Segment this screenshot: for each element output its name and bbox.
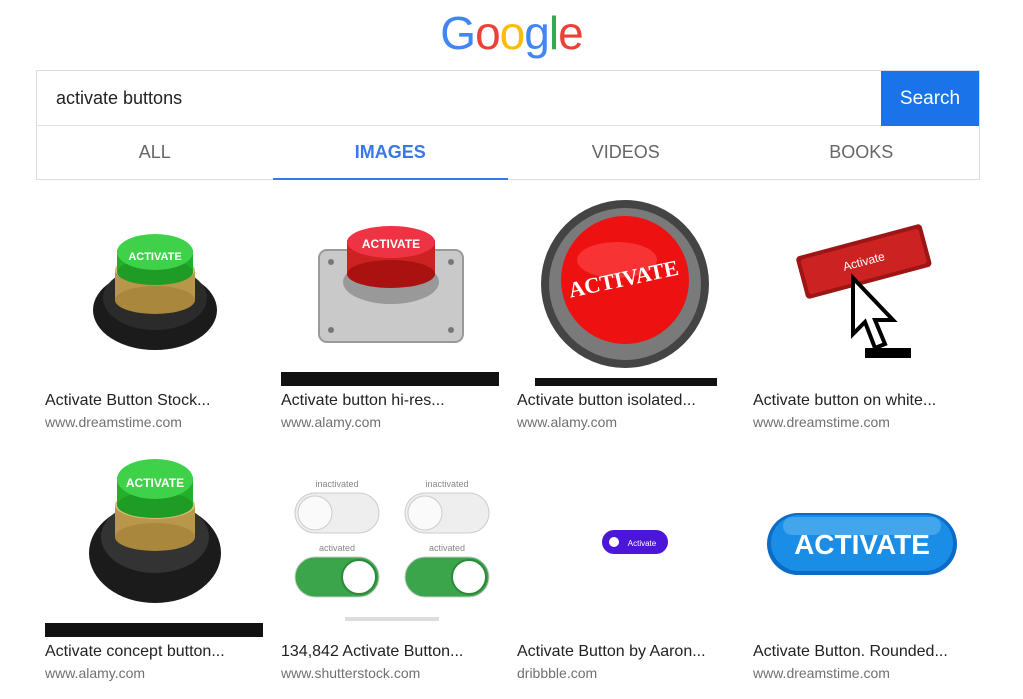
result-title[interactable]: Activate Button Stock... (45, 392, 275, 410)
red-button-on-plate-image: ACTIVATE (318, 226, 464, 343)
result-thumbnail[interactable]: ACTIVATE (45, 200, 263, 386)
search-input[interactable] (37, 71, 883, 126)
result-site: dribbble.com (517, 665, 598, 681)
result-site: www.alamy.com (517, 414, 618, 430)
toggle-caption: activated (429, 543, 465, 553)
search-panel: Search ALL IMAGES VIDEOS BOOKS (36, 70, 980, 180)
result-thumbnail[interactable]: Activate (753, 200, 971, 386)
tab-books[interactable]: BOOKS (744, 126, 980, 180)
tab-all[interactable]: ALL (37, 126, 273, 180)
result-thumbnail[interactable]: ACTIVATE (45, 451, 263, 637)
result-type-tabs: ALL IMAGES VIDEOS BOOKS (37, 126, 979, 180)
stock-watermark-bar (535, 378, 717, 386)
result-site: www.alamy.com (281, 414, 382, 430)
logo-letter: G (440, 7, 476, 59)
image-label: ACTIVATE (794, 529, 930, 560)
result-title[interactable]: Activate button on white... (753, 392, 983, 410)
result-title[interactable]: Activate Button by Aaron... (517, 643, 747, 661)
result-thumbnail[interactable]: ACTIVATE (281, 200, 499, 386)
result-thumbnail[interactable]: ACTIVATE (753, 451, 971, 637)
result-title[interactable]: Activate concept button... (45, 643, 275, 661)
logo-letter: o (475, 7, 501, 59)
blue-rounded-button-image: ACTIVATE (767, 513, 957, 575)
toggle-caption: inactivated (315, 479, 358, 489)
result-title[interactable]: 134,842 Activate Button... (281, 643, 511, 661)
green-push-button-image: ACTIVATE (89, 459, 221, 603)
result-thumbnail[interactable]: ACTIVATE (517, 200, 735, 386)
result-thumbnail[interactable]: inactivated inactivated activated activa… (281, 451, 499, 637)
search-button[interactable]: Search (881, 71, 979, 126)
image-label: ACTIVATE (128, 251, 181, 263)
logo-letter: o (499, 7, 526, 59)
cursor-clicking-button-image: Activate (796, 224, 932, 358)
result-title[interactable]: Activate button isolated... (517, 392, 747, 410)
image-label: ACTIVATE (126, 476, 184, 490)
logo-letter: l (548, 7, 559, 59)
google-logo[interactable]: Google (0, 6, 1023, 60)
tab-images[interactable]: IMAGES (272, 126, 508, 180)
toggle-caption: inactivated (425, 479, 468, 489)
result-site: www.dreamstime.com (753, 414, 890, 430)
toggle-caption: activated (319, 543, 355, 553)
red-round-button-image: ACTIVATE (541, 200, 709, 368)
toggle-switches-image: inactivated inactivated activated activa… (294, 479, 490, 621)
stock-watermark-bar (281, 372, 499, 386)
result-title[interactable]: Activate button hi-res... (281, 392, 511, 410)
logo-letter: e (558, 7, 584, 59)
image-label: Activate (628, 539, 657, 548)
result-thumbnail[interactable]: Activate (517, 451, 735, 637)
logo-letter: g (524, 7, 550, 59)
tab-videos[interactable]: VIDEOS (508, 126, 744, 180)
result-site: www.shutterstock.com (281, 665, 421, 681)
purple-pill-button-image: Activate (602, 530, 668, 554)
result-title[interactable]: Activate Button. Rounded... (753, 643, 983, 661)
result-site: www.dreamstime.com (45, 414, 182, 430)
green-push-button-image: ACTIVATE (93, 234, 217, 350)
image-label: ACTIVATE (362, 237, 420, 251)
result-site: www.dreamstime.com (753, 665, 890, 681)
stock-watermark-bar (45, 623, 263, 637)
result-site: www.alamy.com (45, 665, 146, 681)
